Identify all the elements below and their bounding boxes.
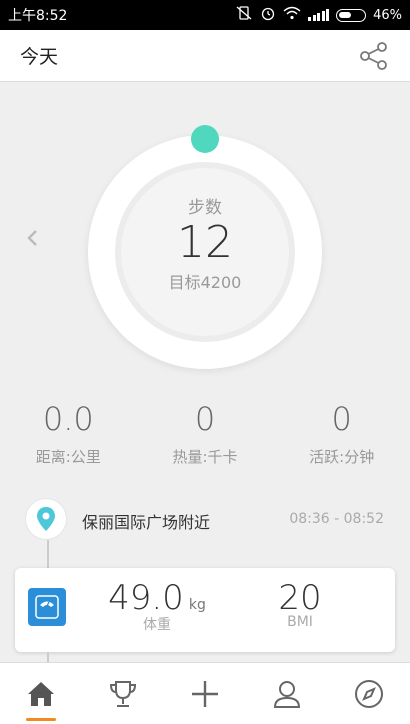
battery-level: 46% — [373, 7, 402, 23]
tab-add[interactable] — [164, 663, 246, 724]
signal-icon — [308, 9, 330, 21]
trophy-icon — [109, 680, 137, 707]
stat-calories: 0 热量:千卡 — [137, 400, 274, 467]
status-bar: 上午8:52 46% — [0, 0, 410, 30]
timeline-line — [47, 540, 49, 568]
active-tab-indicator — [26, 718, 56, 721]
steps-text: 步数 12 目标4200 — [88, 193, 322, 293]
tab-achievements[interactable] — [82, 663, 164, 724]
steps-value: 12 — [177, 217, 233, 268]
location-name: 保丽国际广场附近 — [82, 513, 211, 532]
compass-icon — [355, 679, 383, 708]
steps-ring[interactable]: 步数 12 目标4200 — [88, 125, 322, 369]
bmi-value-block: 20 BMI — [255, 578, 345, 630]
stat-label: 热量:千卡 — [172, 448, 238, 466]
timeline-line — [47, 652, 49, 662]
weight-value-block: 49.0 kg 体重 — [107, 578, 207, 634]
status-icons: 46% — [235, 5, 402, 25]
profile-icon — [273, 680, 301, 708]
wifi-icon — [283, 6, 301, 24]
vibrate-off-icon — [235, 6, 253, 24]
bmi-value: 20 — [278, 578, 322, 618]
home-icon — [28, 681, 54, 706]
location-pin-icon — [25, 498, 67, 540]
location-entry[interactable]: 保丽国际广场附近 08:36 - 08:52 — [0, 498, 410, 540]
stat-value: 0 — [331, 400, 352, 438]
progress-dot — [191, 125, 219, 153]
stat-label: 活跃:分钟 — [309, 448, 375, 466]
bottom-tab-bar — [0, 662, 410, 724]
previous-day-arrow-icon[interactable] — [24, 225, 42, 251]
stat-value: 0 — [194, 400, 216, 438]
status-time: 上午8:52 — [8, 8, 68, 24]
weight-value: 49.0 — [108, 578, 184, 618]
alarm-icon — [260, 5, 276, 25]
stats-row: 0.0 距离:公里 0 热量:千卡 0 活跃:分钟 — [0, 400, 410, 467]
app-bar: 今天 — [0, 30, 410, 82]
plus-icon — [192, 680, 218, 707]
stat-label: 距离:公里 — [35, 448, 101, 466]
tab-profile[interactable] — [246, 663, 328, 724]
stat-active: 0 活跃:分钟 — [273, 400, 410, 467]
location-time: 08:36 - 08:52 — [289, 511, 384, 527]
weight-unit: kg — [188, 597, 206, 613]
steps-label: 步数 — [188, 198, 222, 218]
share-icon[interactable] — [358, 40, 390, 72]
battery-icon — [336, 8, 367, 22]
tab-home[interactable] — [0, 663, 82, 724]
stat-distance: 0.0 距离:公里 — [0, 400, 137, 467]
tab-discover[interactable] — [328, 663, 410, 724]
scale-icon — [28, 588, 66, 626]
page-title: 今天 — [20, 46, 59, 68]
bmi-label: BMI — [287, 614, 313, 630]
weight-card[interactable]: 49.0 kg 体重 20 BMI — [15, 568, 395, 652]
stat-value: 0.0 — [42, 400, 94, 438]
steps-target: 目标4200 — [168, 272, 242, 292]
